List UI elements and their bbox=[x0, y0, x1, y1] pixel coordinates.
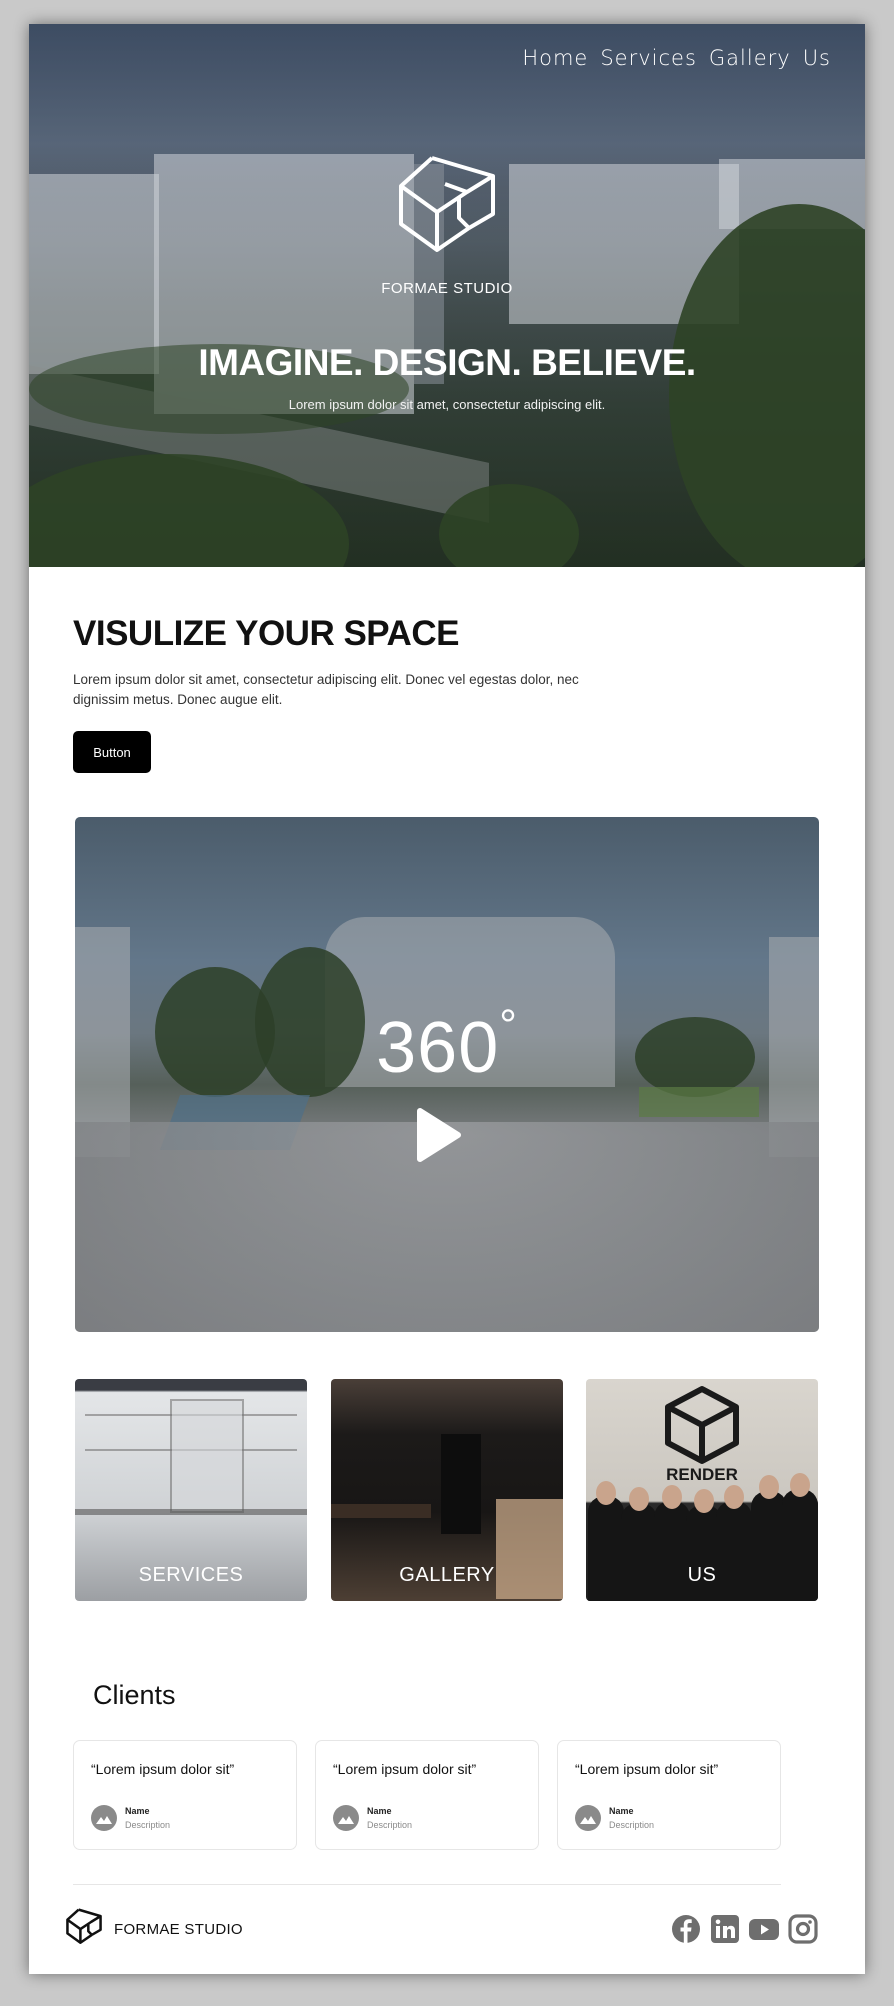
testimonial-card: “Lorem ipsum dolor sit” Name Description bbox=[73, 1740, 297, 1850]
avatar bbox=[333, 1805, 359, 1831]
play-icon[interactable] bbox=[414, 1107, 462, 1163]
nav-gallery[interactable]: Gallery bbox=[709, 46, 791, 70]
testimonial-quote: “Lorem ipsum dolor sit” bbox=[91, 1761, 235, 1777]
nav-us[interactable]: Us bbox=[803, 46, 831, 70]
team-member-head bbox=[694, 1489, 714, 1513]
card-services[interactable]: SERVICES bbox=[75, 1379, 307, 1601]
nav-home[interactable]: Home bbox=[522, 46, 588, 70]
avatar bbox=[91, 1805, 117, 1831]
facebook-icon[interactable] bbox=[671, 1914, 701, 1944]
nav-services[interactable]: Services bbox=[600, 46, 697, 70]
image-placeholder-icon bbox=[96, 1816, 112, 1824]
photo-fridge bbox=[441, 1434, 481, 1534]
cube-logo-icon bbox=[399, 156, 495, 252]
pano-label: 360° bbox=[376, 1001, 518, 1088]
footer-divider bbox=[73, 1884, 781, 1885]
render-logo-icon bbox=[665, 1386, 739, 1464]
testimonial-description: Description bbox=[609, 1820, 655, 1830]
hero-headline: IMAGINE. DESIGN. BELIEVE. bbox=[198, 342, 696, 383]
footer-brand: FORMAE STUDIO bbox=[114, 1921, 243, 1938]
card-label: GALLERY bbox=[399, 1564, 495, 1586]
render-wall-sign: RENDER bbox=[666, 1465, 738, 1484]
sketch-counter bbox=[75, 1509, 307, 1515]
hero-brand: FORMAE STUDIO bbox=[381, 280, 513, 297]
main-nav: Home Services Gallery Us bbox=[522, 46, 831, 70]
card-us[interactable]: RENDER US bbox=[586, 1379, 818, 1601]
testimonial-card: “Lorem ipsum dolor sit” Name Description bbox=[315, 1740, 539, 1850]
testimonial-name: Name bbox=[367, 1806, 392, 1816]
testimonial-quote: “Lorem ipsum dolor sit” bbox=[575, 1761, 719, 1777]
testimonial-name: Name bbox=[125, 1806, 150, 1816]
section-title: VISULIZE YOUR SPACE bbox=[73, 614, 459, 653]
footer-logo-icon[interactable] bbox=[66, 1908, 102, 1948]
card-label: SERVICES bbox=[138, 1564, 244, 1586]
image-placeholder-icon bbox=[580, 1816, 596, 1824]
pano-360-viewer[interactable]: 360° bbox=[75, 817, 819, 1332]
youtube-icon[interactable] bbox=[749, 1914, 779, 1944]
team-member-head bbox=[596, 1481, 616, 1505]
testimonial-description: Description bbox=[125, 1820, 171, 1830]
pano-lawn bbox=[639, 1087, 759, 1117]
testimonial-description: Description bbox=[367, 1820, 413, 1830]
team-member-head bbox=[629, 1487, 649, 1511]
team-member-head bbox=[724, 1485, 744, 1509]
team-member-head bbox=[759, 1475, 779, 1499]
hero-section: Home Services Gallery Us FORMAE STUDIO I… bbox=[29, 24, 865, 567]
card-gallery[interactable]: GALLERY bbox=[331, 1379, 563, 1601]
linkedin-icon[interactable] bbox=[710, 1914, 740, 1944]
testimonial-name: Name bbox=[609, 1806, 634, 1816]
testimonial-quote: “Lorem ipsum dolor sit” bbox=[333, 1761, 477, 1777]
primary-button[interactable]: Button bbox=[73, 731, 151, 773]
photo-counter bbox=[331, 1504, 431, 1518]
hero-subtitle: Lorem ipsum dolor sit amet, consectetur … bbox=[288, 397, 606, 412]
section-text: Lorem ipsum dolor sit amet, consectetur … bbox=[73, 672, 579, 707]
testimonial-card: “Lorem ipsum dolor sit” Name Description bbox=[557, 1740, 781, 1850]
page: Home Services Gallery Us FORMAE STUDIO I… bbox=[29, 24, 865, 1974]
image-placeholder-icon bbox=[338, 1816, 354, 1824]
clients-title: Clients bbox=[93, 1680, 176, 1710]
team-member-head bbox=[662, 1485, 682, 1509]
avatar bbox=[575, 1805, 601, 1831]
team-member-head bbox=[790, 1473, 810, 1497]
instagram-icon[interactable] bbox=[788, 1914, 818, 1944]
card-label: US bbox=[687, 1564, 717, 1586]
sketch-fridge bbox=[170, 1399, 244, 1513]
